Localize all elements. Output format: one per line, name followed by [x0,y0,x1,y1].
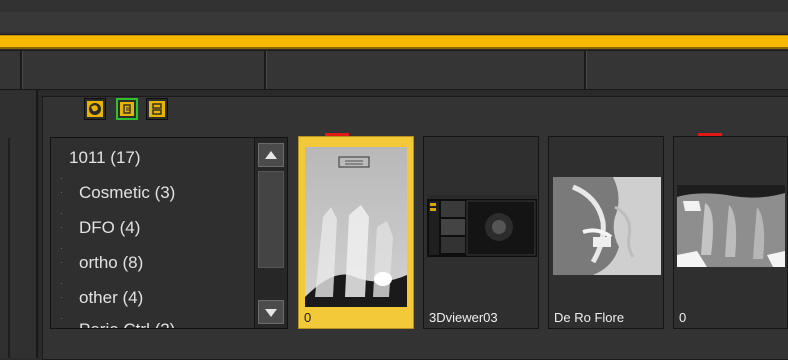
scroll-up-button[interactable] [258,143,284,167]
up-arrow-icon [265,151,277,159]
split-view-button[interactable] [146,98,168,120]
thumbnail-label: 0 [304,310,312,325]
tree-connector [61,318,62,319]
viewer-screenshot-image [427,195,537,257]
split-icon [149,101,165,117]
image-thumbnail[interactable]: 0 [673,136,788,329]
thumbnail-label: 3Dviewer03 [429,310,498,325]
left-side-panel [0,90,38,358]
tree-item-ortho[interactable]: ortho (8) [79,248,143,278]
tree-connector [61,192,62,193]
thumbnail-label: De Ro Flore [554,310,625,325]
title-bar [0,0,788,35]
accent-strip [0,35,788,49]
document-view-button[interactable] [116,98,138,120]
dental-xray-image [305,147,407,307]
tree-connector [61,248,62,249]
down-arrow-icon [265,309,277,317]
tree-item-dfo[interactable]: DFO (4) [79,213,140,243]
tree-connector [61,227,62,228]
globe-button[interactable] [84,98,106,120]
tree-connector [61,283,62,284]
tree-item-perio[interactable]: Perio Ctrl (2) [79,315,175,328]
column-header-bar [0,50,788,90]
tree-connector [61,178,62,179]
tree-root-item[interactable]: 1011 (17) [69,143,141,173]
tree-item-cosmetic[interactable]: Cosmetic (3) [79,178,175,208]
column-separator[interactable] [584,51,587,89]
column-separator[interactable] [264,51,267,89]
thumbnail-label: 0 [679,310,687,325]
scroll-thumb[interactable] [258,171,284,268]
left-divider [8,138,10,358]
tree-scrollbar[interactable] [254,138,287,328]
tree-connector [61,262,62,263]
tree-connector [61,297,62,298]
image-thumbnail[interactable]: De Ro Flore [548,136,664,329]
title-bar-inner [0,12,788,32]
ceph-graphic [553,177,661,275]
bitewing-xray-image [677,185,785,267]
tree-connector [61,213,62,214]
bitewing-graphic [677,185,785,267]
scroll-down-button[interactable] [258,300,284,324]
globe-icon [87,101,103,117]
folder-tree: 1011 (17) Cosmetic (3) DFO (4) ortho (8)… [50,137,288,329]
xray-graphic [305,147,407,307]
document-icon [120,102,134,116]
tree-item-other[interactable]: other (4) [79,283,143,313]
column-separator[interactable] [20,51,23,89]
image-thumbnail[interactable]: 0 [298,136,414,329]
image-thumbnail[interactable]: 3Dviewer03 [423,136,539,329]
cephalometric-image [553,177,661,275]
viewer-graphic [427,195,537,257]
